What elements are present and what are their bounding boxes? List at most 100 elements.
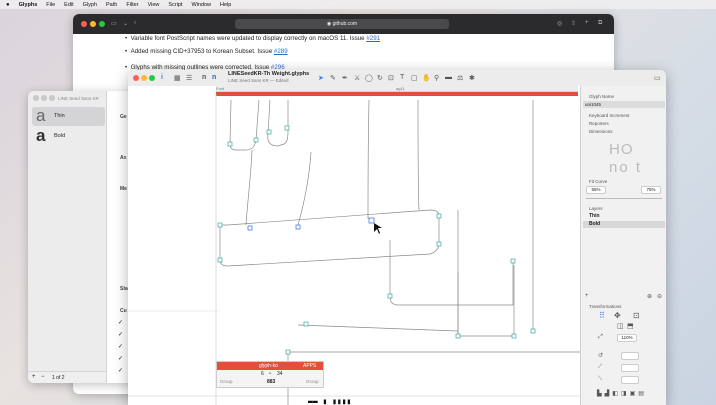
apple-icon[interactable]: ● bbox=[6, 2, 10, 8]
scale-field[interactable]: 110% bbox=[617, 334, 637, 342]
skew-icon[interactable]: ⟋ bbox=[598, 364, 602, 371]
pen-tool-icon[interactable]: ✎ bbox=[330, 74, 336, 82]
check-icon[interactable]: ✓ bbox=[118, 355, 123, 362]
add-master-button[interactable]: + bbox=[32, 374, 36, 380]
menu-edit[interactable]: Edit bbox=[64, 2, 73, 8]
info-icon[interactable]: i bbox=[161, 74, 163, 81]
glyph-name-field[interactable]: uni1045 bbox=[583, 101, 665, 108]
grid-view-icon[interactable]: ▦ bbox=[174, 74, 181, 82]
hand-tool-icon[interactable]: ✋ bbox=[422, 74, 431, 82]
close-button[interactable] bbox=[81, 21, 87, 27]
scale-tool-icon[interactable]: ⊡ bbox=[388, 74, 394, 82]
menu-script[interactable]: Script bbox=[168, 2, 182, 8]
check-icon[interactable]: ✓ bbox=[118, 319, 123, 326]
rotate-field[interactable] bbox=[621, 352, 639, 360]
remove-master-button[interactable]: − bbox=[41, 374, 45, 380]
menu-help[interactable]: Help bbox=[220, 2, 231, 8]
sidebar-icon[interactable]: ▭ bbox=[111, 20, 117, 27]
rotate-icon[interactable]: ↺ bbox=[598, 352, 603, 359]
minimize-button[interactable] bbox=[41, 95, 47, 101]
minimize-button[interactable] bbox=[90, 21, 96, 27]
menu-glyph[interactable]: Glyph bbox=[83, 2, 97, 8]
check-icon[interactable]: ✓ bbox=[118, 367, 123, 374]
layer-item-thin[interactable]: Thin bbox=[583, 213, 665, 220]
annotation-tool-icon[interactable]: ▢ bbox=[411, 74, 418, 82]
center-icon[interactable]: ✥ bbox=[614, 311, 621, 320]
close-button[interactable] bbox=[133, 75, 139, 81]
layer-options-icon[interactable]: ⊕ bbox=[647, 293, 652, 300]
fit-curve-slider[interactable] bbox=[586, 198, 662, 199]
tabs-overview-icon[interactable]: ⧉ bbox=[598, 20, 602, 27]
zoom-button[interactable] bbox=[149, 75, 155, 81]
close-button[interactable] bbox=[33, 95, 39, 101]
settings-tool-icon[interactable]: ✱ bbox=[469, 74, 475, 82]
address-bar[interactable]: ◉ github.com bbox=[235, 19, 449, 29]
sidebar-toggle-icon[interactable]: ▭ bbox=[654, 74, 661, 82]
fit-curve-right-field[interactable]: 75% bbox=[641, 186, 661, 194]
document-subtitle: LINE Seed Sans KR — Edited bbox=[228, 78, 289, 83]
glyph-info-box: glyph-ko APPS 6 ⚭ 34 Group 883 Group bbox=[216, 361, 324, 388]
issue-link[interactable]: #291 bbox=[366, 35, 380, 42]
scale-icon[interactable]: ⤢ bbox=[598, 334, 603, 341]
glyph-n-outline-icon[interactable]: n bbox=[202, 74, 206, 81]
fit-curve-left-field[interactable]: 56% bbox=[586, 186, 606, 194]
glyph-canvas[interactable]: Font ag11 ▬▬ ▮ ▮▮▮▮ glyph-ko APPS 6 ⚭ 34… bbox=[128, 86, 580, 405]
menu-view[interactable]: View bbox=[148, 2, 160, 8]
measure-tool-icon[interactable]: ⚖ bbox=[457, 74, 463, 82]
slant-icon[interactable]: ⟍ bbox=[598, 376, 602, 383]
layers-label: Layers bbox=[589, 206, 603, 211]
info-left-group-label: Group bbox=[220, 379, 233, 384]
menu-file[interactable]: File bbox=[46, 2, 55, 8]
mirror-icon[interactable]: ◫ bbox=[617, 322, 624, 330]
menu-glyphs[interactable]: Glyphs bbox=[19, 2, 38, 8]
menubar: ● Glyphs File Edit Glyph Path Filter Vie… bbox=[0, 0, 716, 9]
shield-icon[interactable]: ◎ bbox=[557, 20, 562, 27]
selected-nodes bbox=[247, 217, 375, 231]
info-width: 883 bbox=[267, 379, 276, 385]
select-tool-icon[interactable]: ➤ bbox=[318, 74, 324, 82]
slant-field[interactable] bbox=[621, 376, 639, 384]
cursor-icon bbox=[374, 223, 382, 234]
rotate-tool-icon[interactable]: ↻ bbox=[377, 74, 383, 82]
list-view-icon[interactable]: ☰ bbox=[186, 74, 192, 82]
section-reporters[interactable]: Reporters bbox=[589, 121, 609, 126]
chevron-down-icon[interactable]: ⌄ bbox=[123, 20, 128, 27]
text-tool-icon[interactable]: T bbox=[400, 74, 404, 81]
glyph-outline[interactable]: ▬▬ ▮ ▮▮▮▮ bbox=[128, 86, 580, 405]
draw-tool-icon[interactable]: ✒ bbox=[342, 74, 348, 82]
flip-icon[interactable]: ⬒ bbox=[627, 322, 634, 330]
skew-field[interactable] bbox=[621, 364, 639, 372]
master-item-thin[interactable]: a Thin bbox=[32, 107, 105, 126]
shape-tool-icon[interactable]: ◯ bbox=[365, 74, 373, 82]
zoom-tool-icon[interactable]: ⚲ bbox=[434, 74, 439, 82]
glyph-n-filled-icon[interactable]: n bbox=[212, 74, 216, 81]
issue-link[interactable]: #289 bbox=[274, 48, 288, 55]
list-item: • Variable font PostScript names were up… bbox=[125, 35, 381, 42]
check-icon[interactable]: ✓ bbox=[118, 343, 123, 350]
knife-tool-icon[interactable]: ⚔ bbox=[354, 74, 360, 82]
section-dimensions[interactable]: Dimensions bbox=[589, 129, 613, 134]
bounds-icon[interactable]: ⊡ bbox=[633, 311, 640, 320]
new-tab-icon[interactable]: + bbox=[585, 20, 589, 26]
zoom-button[interactable] bbox=[99, 21, 105, 27]
menu-path[interactable]: Path bbox=[106, 2, 117, 8]
menu-filter[interactable]: Filter bbox=[126, 2, 138, 8]
back-icon[interactable]: ‹ bbox=[134, 20, 136, 26]
zoom-button[interactable] bbox=[49, 95, 55, 101]
path-operations-icons[interactable]: ▙▟◧◨▣▤ bbox=[597, 390, 647, 397]
section-label: Ge bbox=[120, 114, 127, 120]
minimize-button[interactable] bbox=[141, 75, 147, 81]
list-item: • Added missing CID+37953 to Korean Subs… bbox=[125, 48, 288, 55]
preview-tool-icon[interactable]: ▬ bbox=[445, 74, 452, 81]
align-grid-icon[interactable]: ⠿ bbox=[599, 311, 605, 320]
layer-item-bold[interactable]: Bold bbox=[583, 221, 665, 228]
share-icon[interactable]: ⇧ bbox=[571, 20, 576, 27]
link-icon[interactable]: ⚭ bbox=[268, 371, 272, 377]
master-item-bold[interactable]: a Bold bbox=[32, 127, 105, 146]
add-layer-button[interactable]: + bbox=[585, 293, 589, 299]
section-keyboard-increment[interactable]: Keyboard Increment bbox=[589, 113, 630, 118]
menu-window[interactable]: Window bbox=[191, 2, 211, 8]
check-icon[interactable]: ✓ bbox=[118, 331, 123, 338]
layer-copy-icon[interactable]: ⊖ bbox=[657, 293, 662, 300]
transformations-label: Transformations bbox=[589, 304, 622, 309]
